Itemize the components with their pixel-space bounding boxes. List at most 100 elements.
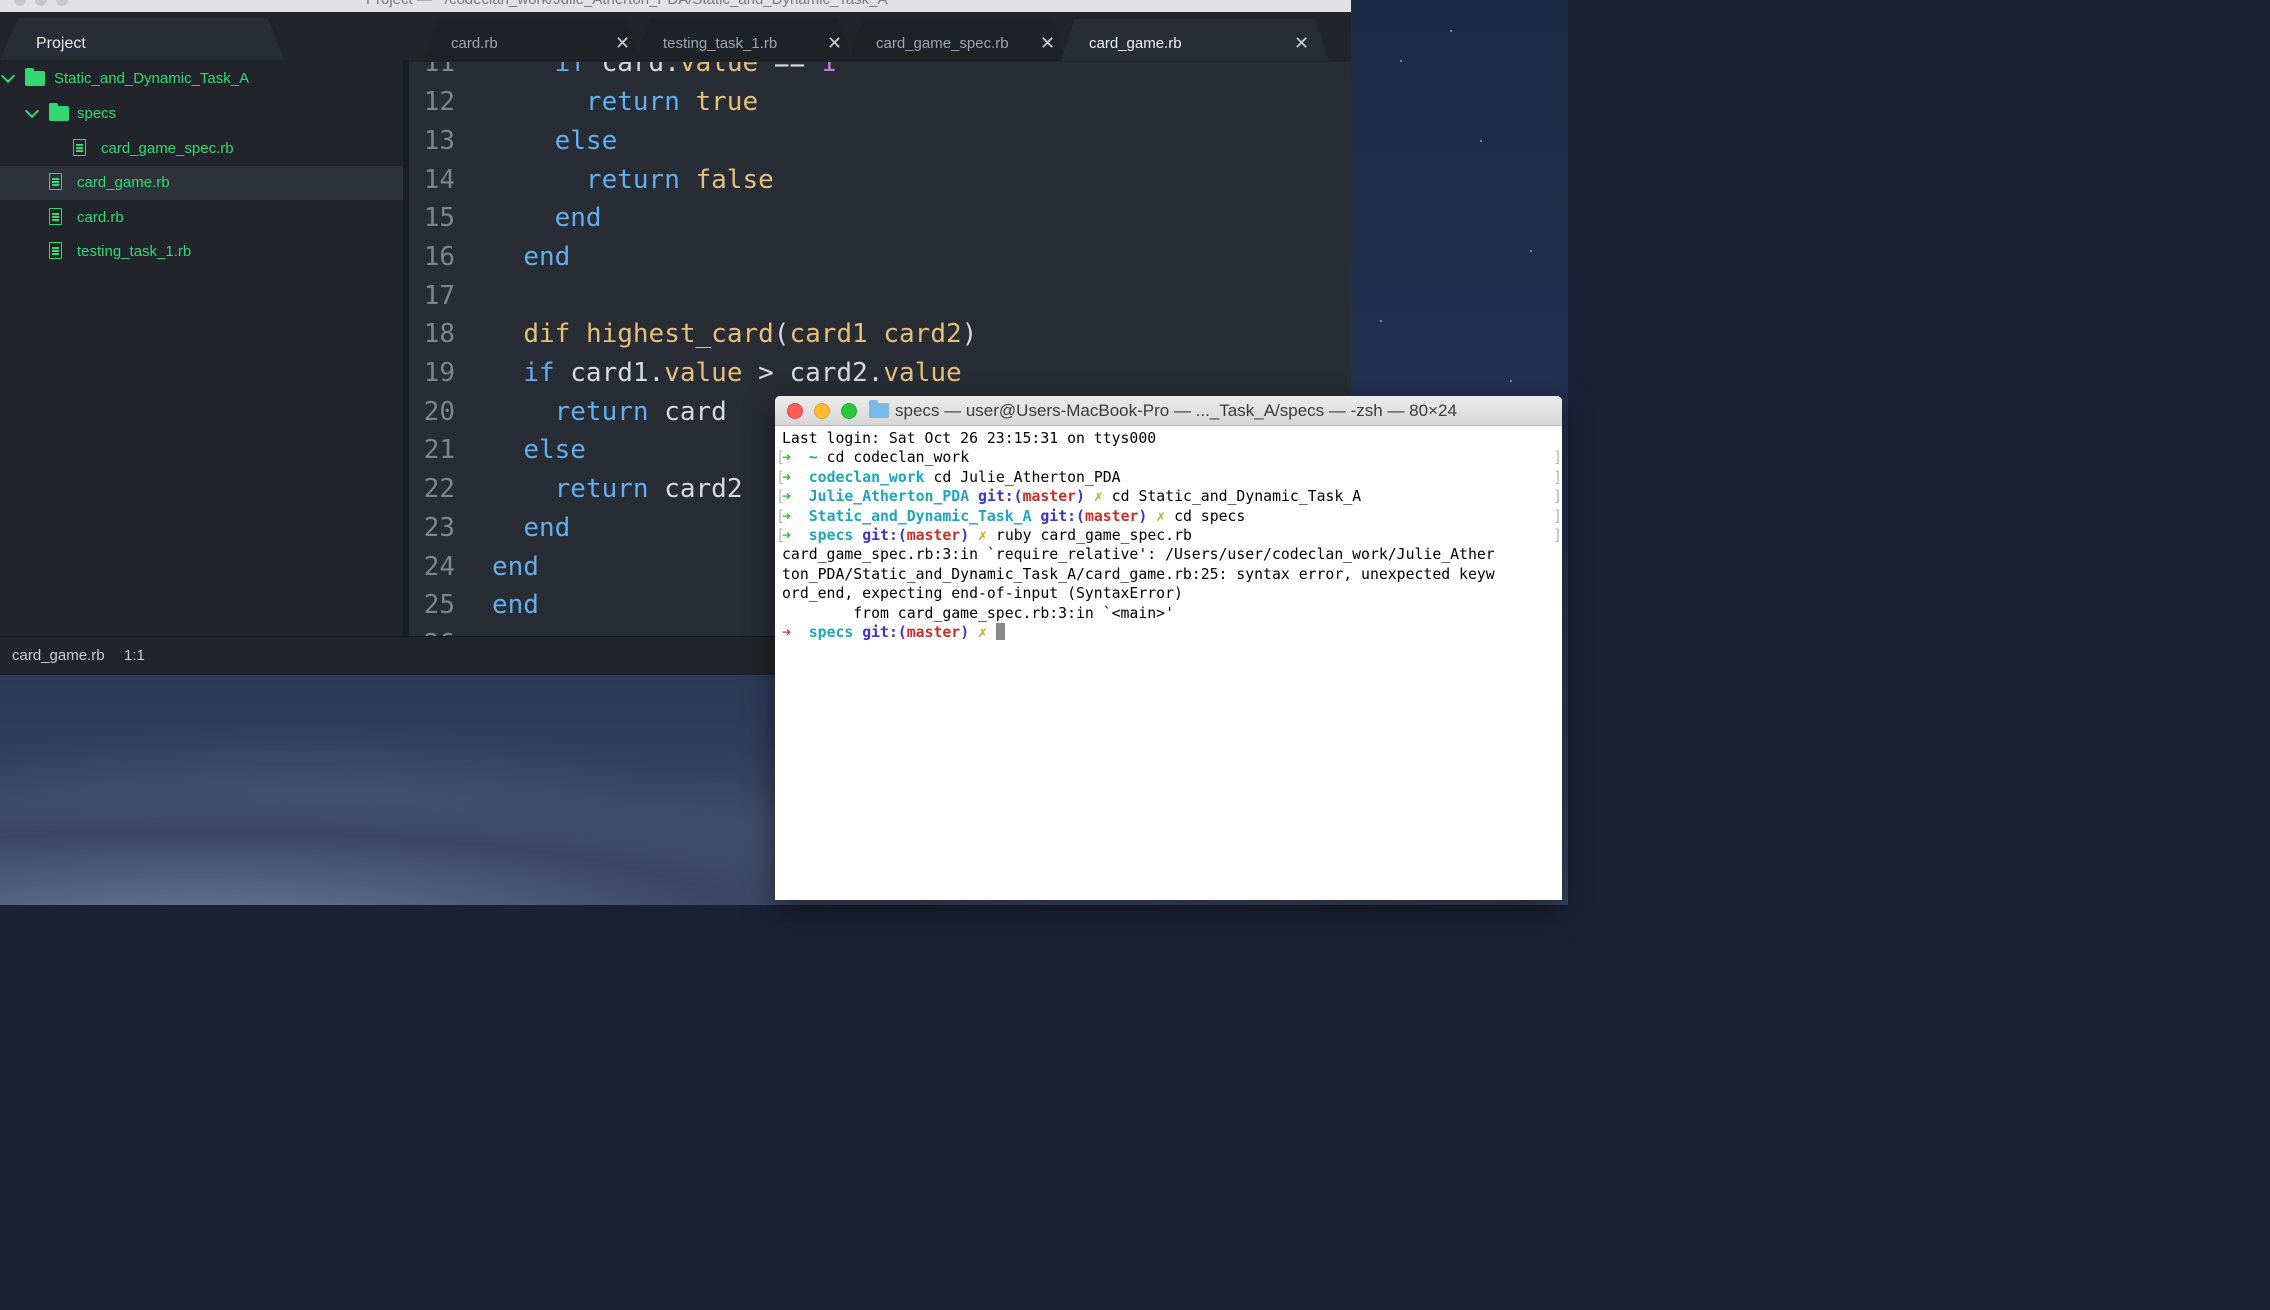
tab-label: card.rb bbox=[451, 35, 498, 52]
terminal-error-line: ord_end, expecting end-of-input (SyntaxE… bbox=[782, 585, 1183, 603]
code-text: return false bbox=[585, 164, 774, 195]
tab-project[interactable]: Project bbox=[0, 18, 284, 60]
line-number: 12 bbox=[423, 87, 455, 118]
file-icon bbox=[49, 173, 62, 190]
terminal-line: [] ➜ codeclan_work cd Julie_Atherton_PDA bbox=[776, 468, 1562, 487]
prompt-bracket: [ bbox=[776, 468, 785, 486]
code-line[interactable]: 14 return false bbox=[409, 161, 1351, 200]
close-dot-icon[interactable] bbox=[14, 0, 26, 6]
prompt-git: ) bbox=[1138, 507, 1148, 525]
prompt-git: git:( bbox=[862, 623, 907, 641]
tab-testing-task-1-rb[interactable]: testing_task_1.rb ✕ bbox=[635, 18, 853, 62]
prompt-command: ruby card_game_spec.rb bbox=[995, 526, 1192, 544]
code-text: if card.value == 1 bbox=[554, 62, 837, 79]
code-line[interactable]: 18 dif highest_card(card1 card2) bbox=[409, 315, 1351, 354]
terminal-error-line: ton_PDA/Static_and_Dynamic_Task_A/card_g… bbox=[782, 565, 1495, 583]
tree-item-file[interactable]: card_game_spec.rb bbox=[0, 132, 403, 166]
close-window-icon[interactable] bbox=[787, 403, 803, 419]
prompt-command: cd Static_and_Dynamic_Task_A bbox=[1111, 488, 1362, 506]
prompt-git: git:( bbox=[862, 526, 907, 544]
code-line[interactable]: 12 return true bbox=[409, 83, 1351, 122]
terminal-cursor bbox=[995, 622, 1005, 640]
terminal-window[interactable]: specs — user@Users-MacBook-Pro — ..._Tas… bbox=[775, 396, 1562, 900]
zoom-window-icon[interactable] bbox=[841, 403, 857, 419]
tab-label: card_game.rb bbox=[1089, 35, 1182, 52]
code-line[interactable]: 13 else bbox=[409, 122, 1351, 161]
line-number: 11 bbox=[423, 62, 455, 79]
prompt-directory: Julie_Atherton_PDA bbox=[808, 488, 970, 506]
chevron-down-icon[interactable] bbox=[24, 103, 40, 119]
close-icon[interactable]: ✕ bbox=[1294, 33, 1309, 54]
tree-item-label: card.rb bbox=[77, 209, 124, 226]
line-number: 17 bbox=[423, 280, 455, 311]
code-line[interactable]: 11 if card.value == 1 bbox=[409, 62, 1351, 83]
tree-item-root-folder[interactable]: Static_and_Dynamic_Task_A bbox=[0, 62, 403, 96]
prompt-bracket: [ bbox=[776, 449, 785, 467]
window-title: Project — ~/codeclan_work/Julie_Atherton… bbox=[366, 0, 888, 8]
line-number: 19 bbox=[423, 358, 455, 388]
code-text: end bbox=[523, 512, 571, 543]
code-text: return card2 bbox=[554, 474, 743, 505]
zoom-dot-icon[interactable] bbox=[56, 0, 68, 6]
tree-item-file[interactable]: testing_task_1.rb bbox=[0, 235, 403, 269]
tree-item-label: testing_task_1.rb bbox=[77, 243, 192, 260]
prompt-bracket: [ bbox=[776, 507, 785, 525]
prompt-git: git:( bbox=[1040, 507, 1085, 525]
code-line[interactable]: 15 end bbox=[409, 199, 1351, 238]
code-text: end bbox=[492, 551, 539, 582]
prompt-directory: codeclan_work bbox=[808, 468, 925, 486]
prompt-branch: master bbox=[906, 526, 961, 544]
code-line[interactable]: 16 end bbox=[409, 238, 1351, 277]
code-text: return true bbox=[585, 87, 759, 118]
minimize-dot-icon[interactable] bbox=[35, 0, 47, 6]
terminal-line: [] ➜ Static_and_Dynamic_Task_A git:(maste… bbox=[776, 507, 1562, 526]
prompt-bracket: [ bbox=[776, 488, 785, 506]
code-text: else bbox=[523, 435, 586, 466]
prompt-command: cd specs bbox=[1174, 507, 1246, 525]
prompt-dirty-icon: ✗ bbox=[1156, 507, 1166, 525]
close-icon[interactable]: ✕ bbox=[827, 33, 842, 54]
file-icon bbox=[49, 242, 62, 259]
code-text: dif highest_card(card1 card2) bbox=[523, 319, 978, 350]
tab-card-rb[interactable]: card.rb ✕ bbox=[423, 18, 641, 62]
line-number: 20 bbox=[423, 396, 455, 427]
line-number: 15 bbox=[423, 203, 455, 234]
line-number: 22 bbox=[423, 474, 455, 505]
tab-card-game-rb[interactable]: card_game.rb ✕ bbox=[1060, 18, 1330, 62]
minimize-window-icon[interactable] bbox=[814, 403, 830, 419]
code-text: return card bbox=[554, 396, 727, 427]
line-number: 16 bbox=[423, 241, 455, 272]
terminal-title: specs — user@Users-MacBook-Pro — ..._Tas… bbox=[895, 401, 1457, 420]
code-line[interactable]: 17 bbox=[409, 277, 1351, 316]
status-cursor-position[interactable]: 1:1 bbox=[124, 647, 145, 664]
chevron-down-icon[interactable] bbox=[0, 68, 16, 84]
line-number: 14 bbox=[423, 164, 455, 195]
editor-title-bar[interactable]: Project — ~/codeclan_work/Julie_Atherton… bbox=[0, 0, 1351, 12]
tree-item-label: card_game_spec.rb bbox=[101, 140, 234, 157]
tree-item-file[interactable]: card.rb bbox=[0, 201, 403, 235]
prompt-command: cd Julie_Atherton_PDA bbox=[933, 468, 1121, 486]
line-number: 21 bbox=[423, 435, 455, 466]
line-number: 18 bbox=[423, 319, 455, 350]
terminal-line: [] ➜ Julie_Atherton_PDA git:(master) ✗ cd… bbox=[776, 487, 1562, 506]
prompt-dirty-icon: ✗ bbox=[1093, 488, 1103, 506]
prompt-arrow-icon: ➜ bbox=[782, 623, 791, 641]
close-icon[interactable]: ✕ bbox=[615, 33, 630, 54]
tab-card-game-spec-rb[interactable]: card_game_spec.rb ✕ bbox=[848, 18, 1066, 62]
tree-item-file-selected[interactable]: card_game.rb bbox=[0, 166, 403, 200]
terminal-output[interactable]: Last login: Sat Oct 26 23:15:31 on ttys0… bbox=[776, 429, 1562, 642]
line-number: 13 bbox=[423, 125, 455, 156]
prompt-directory: specs bbox=[808, 623, 854, 641]
terminal-title-bar[interactable]: specs — user@Users-MacBook-Pro — ..._Tas… bbox=[775, 396, 1562, 426]
close-icon[interactable]: ✕ bbox=[1040, 33, 1055, 54]
prompt-dirty-icon: ✗ bbox=[978, 526, 987, 544]
prompt-bracket: ] bbox=[1553, 449, 1562, 467]
tree-item-specs-folder[interactable]: specs bbox=[0, 97, 403, 131]
status-file-name[interactable]: card_game.rb bbox=[12, 647, 105, 664]
prompt-dirty-icon: ✗ bbox=[978, 623, 987, 641]
prompt-command: cd codeclan_work bbox=[826, 449, 970, 467]
tree-item-label: Static_and_Dynamic_Task_A bbox=[54, 70, 250, 87]
code-line[interactable]: 19 if card1.value > card2.value bbox=[409, 354, 1351, 393]
terminal-error-line: card_game_spec.rb:3:in `require_relative… bbox=[782, 546, 1495, 564]
code-text: if card1.value > card2.value bbox=[523, 358, 962, 388]
